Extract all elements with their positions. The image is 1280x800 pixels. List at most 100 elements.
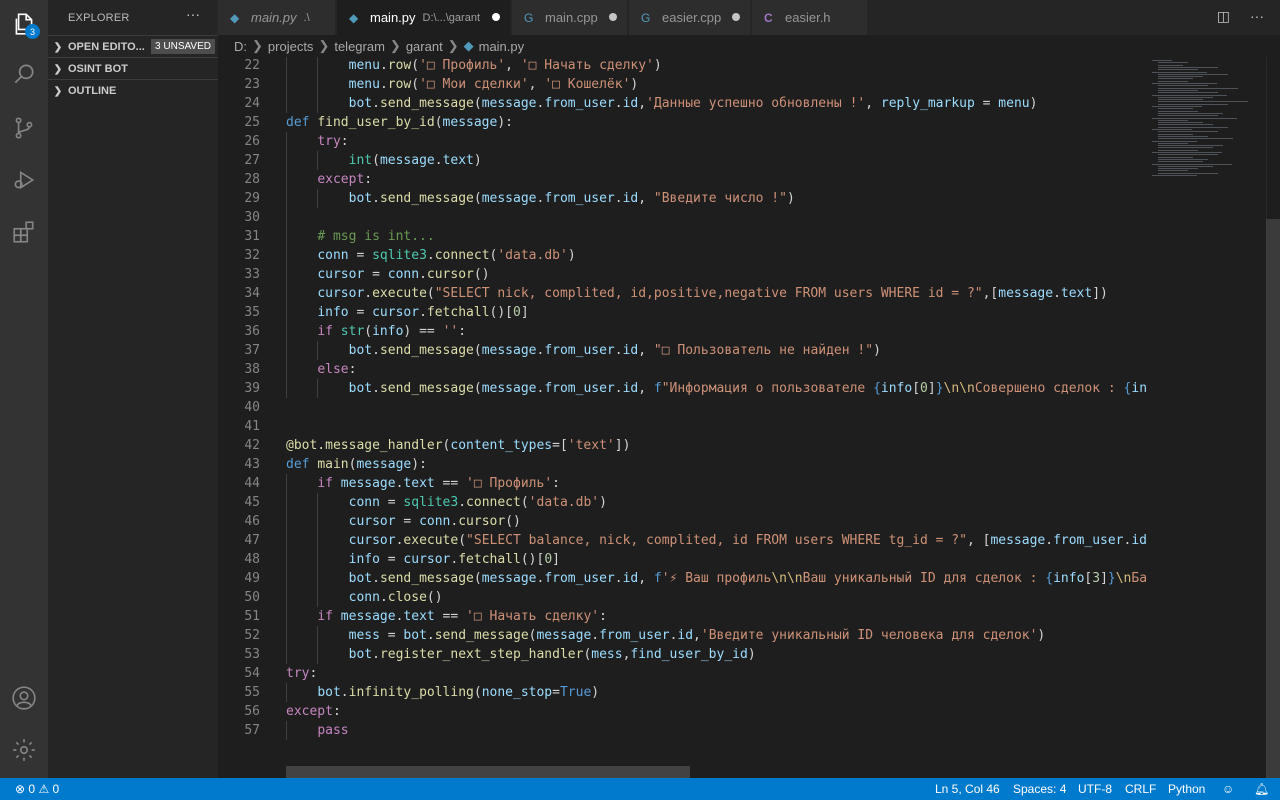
encoding[interactable]: UTF-8 <box>1078 778 1112 800</box>
code-line[interactable]: 25 def find_user_by_id(message): <box>218 113 1146 132</box>
minimap-line <box>1158 122 1203 124</box>
code-line[interactable]: 56 except: <box>218 702 1146 721</box>
explorer-badge: 3 <box>25 24 40 39</box>
minimap-line <box>1158 170 1188 172</box>
minimap-line <box>1152 175 1197 176</box>
code-line[interactable]: 43 def main(message): <box>218 455 1146 474</box>
account-icon[interactable] <box>0 674 48 722</box>
code-line[interactable]: 34 cursor.execute("SELECT nick, complited… <box>218 284 1146 303</box>
indent-guide <box>286 189 287 208</box>
tab-easier-h[interactable]: C easier.h <box>752 0 868 35</box>
code-line[interactable]: 49 bot.send_message(message.from_user.id,… <box>218 569 1146 588</box>
code-line[interactable]: 29 bot.send_message(message.from_user.id,… <box>218 189 1146 208</box>
minimap-line <box>1158 66 1218 68</box>
code-line[interactable]: 32 conn = sqlite3.connect('data.db') <box>218 246 1146 265</box>
indent-guide <box>286 626 287 645</box>
explorer-sidebar: EXPLORER ··· ❯ OPEN EDITO... 3 UNSAVED ❯… <box>48 0 218 778</box>
breadcrumb-item[interactable]: D: <box>234 39 247 54</box>
vertical-scrollbar-thumb[interactable] <box>1266 219 1280 778</box>
code-line[interactable]: 40 <box>218 398 1146 417</box>
code-line[interactable]: 50 conn.close() <box>218 588 1146 607</box>
code-text: bot.send_message(message.from_user.id, "… <box>348 343 881 358</box>
code-text: info = cursor.fetchall()[0] <box>348 552 560 567</box>
indent-guide <box>286 645 287 664</box>
unsaved-dot-icon[interactable] <box>732 13 740 21</box>
code-line[interactable]: 37 bot.send_message(message.from_user.id,… <box>218 341 1146 360</box>
code-line[interactable]: 36 if str(info) == '': <box>218 322 1146 341</box>
code-line[interactable]: 31 # msg is int... <box>218 227 1146 246</box>
language-mode[interactable]: Python <box>1168 778 1205 800</box>
code-line[interactable]: 27 int(message.text) <box>218 151 1146 170</box>
code-line[interactable]: 33 cursor = conn.cursor() <box>218 265 1146 284</box>
code-line[interactable]: 41 <box>218 417 1146 436</box>
code-line[interactable]: 48 info = cursor.fetchall()[0] <box>218 550 1146 569</box>
minimap-line <box>1158 73 1228 75</box>
warning-icon: ⚠ <box>38 782 50 796</box>
split-editor-icon[interactable]: ◫ <box>1217 8 1230 25</box>
indent-guide <box>286 683 287 702</box>
source-control-icon[interactable] <box>0 104 48 152</box>
tab-main-py-1[interactable]: ◆ main.py .\ <box>218 0 336 35</box>
code-line[interactable]: 38 else: <box>218 360 1146 379</box>
tab-main-cpp[interactable]: G main.cpp <box>512 0 628 35</box>
minimap-line <box>1158 62 1188 64</box>
code-line[interactable]: 30 <box>218 208 1146 227</box>
cursor-position[interactable]: Ln 5, Col 46 <box>935 778 1000 800</box>
notifications-bell-icon[interactable]: 🔔︎ <box>1254 778 1269 800</box>
search-icon[interactable] <box>0 50 48 98</box>
folder-section-osint-bot[interactable]: ❯ OSINT BOT <box>48 57 218 80</box>
line-number: 45 <box>244 495 260 510</box>
code-line[interactable]: 45 conn = sqlite3.connect('data.db') <box>218 493 1146 512</box>
code-line[interactable]: 51 if message.text == '□ Начать сделку': <box>218 607 1146 626</box>
feedback-icon[interactable]: ☺ <box>1222 778 1234 800</box>
code-line[interactable]: 55 bot.infinity_polling(none_stop=True) <box>218 683 1146 702</box>
code-line[interactable]: 42 @bot.message_handler(content_types=['t… <box>218 436 1146 455</box>
open-editors-section[interactable]: ❯ OPEN EDITO... 3 UNSAVED <box>48 35 218 58</box>
unsaved-dot-icon[interactable] <box>609 13 617 21</box>
minimap[interactable] <box>1148 57 1268 778</box>
outline-section[interactable]: ❯ OUTLINE <box>48 79 218 102</box>
tab-main-py-active[interactable]: ◆ main.py D:\...\garant <box>337 0 511 35</box>
line-number: 30 <box>244 210 260 225</box>
minimap-line <box>1152 117 1237 119</box>
problems-indicator[interactable]: ⊗ 0 ⚠ 0 <box>15 778 59 800</box>
breadcrumb-item[interactable]: telegram <box>334 39 385 54</box>
settings-gear-icon[interactable] <box>0 726 48 774</box>
code-line[interactable]: 28 except: <box>218 170 1146 189</box>
breadcrumb-item[interactable]: garant <box>406 39 443 54</box>
code-editor[interactable]: 22 menu.row('□ Профиль', '□ Начать сделку… <box>218 57 1146 778</box>
explorer-icon[interactable] <box>0 0 48 48</box>
tab-easier-cpp[interactable]: G easier.cpp <box>629 0 751 35</box>
code-line[interactable]: 39 bot.send_message(message.from_user.id,… <box>218 379 1146 398</box>
minimap-line <box>1152 152 1222 153</box>
more-actions-icon[interactable]: ··· <box>1250 8 1264 25</box>
line-number: 35 <box>244 305 260 320</box>
run-debug-icon[interactable] <box>0 156 48 204</box>
code-line[interactable]: 24 bot.send_message(message.from_user.id,… <box>218 94 1146 113</box>
unsaved-dot-icon[interactable] <box>492 13 500 21</box>
code-line[interactable]: 22 menu.row('□ Профиль', '□ Начать сделку… <box>218 57 1146 75</box>
breadcrumb-item[interactable]: projects <box>268 39 314 54</box>
code-line[interactable]: 35 info = cursor.fetchall()[0] <box>218 303 1146 322</box>
code-line[interactable]: 26 try: <box>218 132 1146 151</box>
indent-guide <box>317 75 319 94</box>
extensions-icon[interactable] <box>0 208 48 256</box>
breadcrumb-item[interactable]: main.py <box>479 39 525 54</box>
line-ending[interactable]: CRLF <box>1125 778 1156 800</box>
code-line[interactable]: 57 pass <box>218 721 1146 740</box>
code-line[interactable]: 44 if message.text == '□ Профиль': <box>218 474 1146 493</box>
code-line[interactable]: 53 bot.register_next_step_handler(mess,fi… <box>218 645 1146 664</box>
status-bar: ⊗ 0 ⚠ 0 Ln 5, Col 46 Spaces: 4 UTF-8 CRL… <box>0 778 1280 800</box>
code-line[interactable]: 47 cursor.execute("SELECT balance, nick, … <box>218 531 1146 550</box>
code-line[interactable]: 52 mess = bot.send_message(message.from_u… <box>218 626 1146 645</box>
horizontal-scrollbar[interactable] <box>286 766 690 778</box>
code-line[interactable]: 54 try: <box>218 664 1146 683</box>
tab-label: main.cpp <box>545 10 598 25</box>
more-actions-icon[interactable]: ··· <box>186 6 200 22</box>
code-line[interactable]: 23 menu.row('□ Мои сделки', '□ Кошелёк') <box>218 75 1146 94</box>
code-line[interactable]: 46 cursor = conn.cursor() <box>218 512 1146 531</box>
line-number: 47 <box>244 533 260 548</box>
editor-actions: ◫ ··· <box>1217 8 1264 25</box>
indentation[interactable]: Spaces: 4 <box>1013 778 1066 800</box>
indent-guide <box>286 227 287 246</box>
